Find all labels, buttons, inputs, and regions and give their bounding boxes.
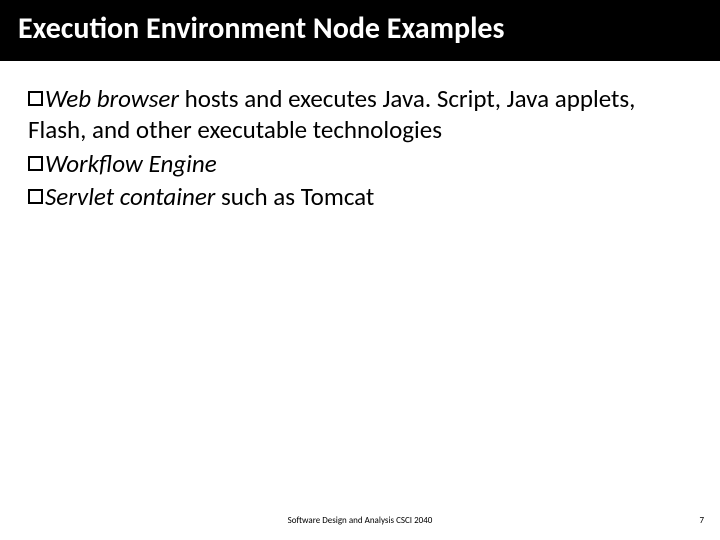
bullet-lead: Servlet container: [45, 181, 215, 212]
slide-title-bar: Execution Environment Node Examples: [0, 0, 720, 61]
list-item: Web browser hosts and executes Java. Scr…: [28, 83, 692, 146]
page-number: 7: [699, 515, 704, 526]
bullet-text: such as Tomcat: [215, 181, 374, 212]
slide-body: Web browser hosts and executes Java. Scr…: [0, 61, 720, 212]
footer-text: Software Design and Analysis CSCI 2040: [0, 515, 720, 526]
list-item: Servlet container such as Tomcat: [28, 181, 692, 212]
slide-title: Execution Environment Node Examples: [18, 10, 505, 47]
square-bullet-icon: [28, 91, 43, 106]
bullet-lead: Workflow Engine: [45, 148, 217, 179]
list-item: Workflow Engine: [28, 148, 692, 179]
square-bullet-icon: [28, 189, 43, 204]
bullet-lead: Web browser: [45, 83, 179, 114]
square-bullet-icon: [28, 156, 43, 171]
